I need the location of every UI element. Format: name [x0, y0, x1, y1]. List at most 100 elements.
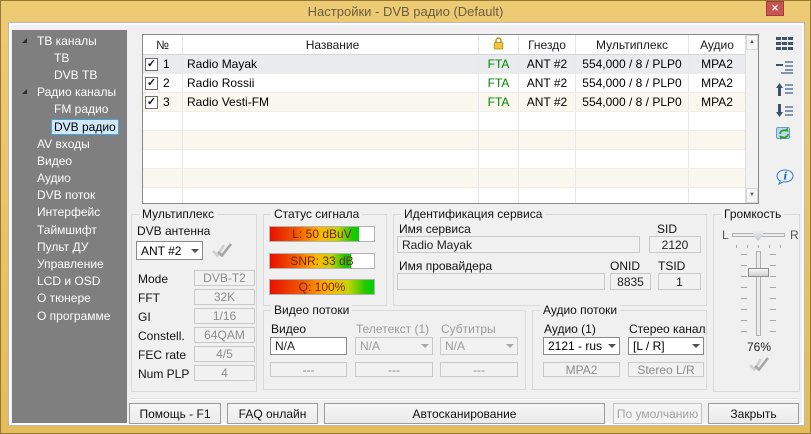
lock-icon — [493, 37, 504, 53]
sidebar-item-radio-channels[interactable]: Радио каналы — [12, 84, 127, 101]
balance-tick — [758, 245, 759, 248]
sidebar-item-lcd-osd[interactable]: LCD и OSD — [12, 273, 127, 290]
col-header-audio[interactable]: Аудио — [689, 35, 745, 54]
scroll-down-icon[interactable]: ▼ — [746, 188, 758, 203]
chevron-down-icon — [604, 344, 619, 348]
sidebar-item-fm-radio[interactable]: FM радио — [12, 101, 127, 118]
signal-level-label: L: 50 dBuV — [270, 227, 374, 241]
table-row-empty — [143, 169, 745, 188]
faq-button[interactable]: FAQ онлайн — [227, 403, 318, 424]
table-scrollbar[interactable]: ▲ ▼ — [745, 35, 758, 203]
balance-tick — [736, 245, 737, 248]
antenna-apply-check-icon — [211, 242, 233, 261]
fft-label: FFT — [138, 291, 160, 305]
sidebar-item-dvb-radio[interactable]: DVB радио — [12, 118, 127, 135]
num-plp-label: Num PLP — [138, 367, 189, 381]
table-row[interactable]: 3 Radio Vesti-FM FTA ANT #2 554,000 / 8 … — [143, 93, 745, 112]
row-checkbox[interactable] — [145, 77, 158, 90]
row-access: FTA — [479, 93, 519, 111]
help-button[interactable]: Помощь - F1 — [129, 403, 221, 424]
sidebar-item-tv-channels[interactable]: ТВ каналы — [12, 32, 127, 49]
sidebar-item-dvb-stream[interactable]: DVB поток — [12, 187, 127, 204]
audio-track-select[interactable]: 2121 - rus — [543, 337, 620, 355]
col-header-multiplex[interactable]: Мультиплекс — [576, 35, 689, 54]
provider-field — [397, 273, 605, 290]
video-group-title: Видео потоки — [271, 303, 352, 317]
rescan-icon[interactable] — [776, 126, 796, 142]
sidebar-item-about-program[interactable]: О программе — [12, 307, 127, 324]
subtitles-value: N/A — [441, 339, 502, 353]
signal-quality-bar: Q: 100% — [269, 279, 375, 295]
antenna-label: DVB антенна — [137, 224, 210, 238]
expand-arrow-icon — [22, 38, 27, 43]
sidebar-item-label: ТВ — [51, 50, 72, 66]
sidebar-item-video[interactable]: Видео — [12, 152, 127, 169]
onid-label: ONID — [610, 259, 640, 273]
volume-group-title: Громкость — [721, 207, 784, 221]
col-header-slot[interactable]: Гнездо — [519, 35, 576, 54]
row-num: 1 — [163, 57, 170, 71]
channel-table: № Название Гнездо Мультиплекс Аудио 1 Ra… — [142, 34, 759, 204]
sidebar-item-label: DVB поток — [34, 187, 98, 203]
svg-text:i: i — [784, 172, 788, 183]
table-row[interactable]: 2 Radio Rossii FTA ANT #2 554,000 / 8 / … — [143, 74, 745, 93]
sidebar-item-interface[interactable]: Интерфейс — [12, 204, 127, 221]
antenna-select[interactable]: ANT #2 — [136, 241, 203, 260]
volume-tick — [741, 298, 747, 299]
expand-arrow-icon — [22, 89, 27, 94]
audio-track-value: 2121 - rus — [544, 339, 604, 353]
teletext-label: Телетекст (1) — [356, 322, 429, 336]
sidebar-item-audio[interactable]: Аудио — [12, 170, 127, 187]
video-label: Видео — [271, 322, 306, 336]
remove-channel-icon[interactable] — [776, 61, 796, 77]
sidebar-item-timeshift[interactable]: Таймшифт — [12, 221, 127, 238]
titlebar[interactable]: Настройки - DVB радио (Default) — [1, 1, 810, 22]
row-checkbox[interactable] — [145, 58, 158, 71]
fec-rate-field: 4/5 — [194, 346, 255, 362]
stereo-channel-label: Стерео канал — [629, 322, 706, 336]
sidebar-item-remote-control[interactable]: Пульт ДУ — [12, 238, 127, 255]
provider-label: Имя провайдера — [399, 259, 492, 273]
row-checkbox[interactable] — [145, 96, 158, 109]
sidebar-item-label: ТВ каналы — [34, 33, 100, 49]
volume-apply-check-icon — [748, 356, 770, 375]
sidebar-item-label: Пульт ДУ — [34, 239, 91, 255]
sidebar-item-management[interactable]: Управление — [12, 255, 127, 272]
teletext-select: N/A — [355, 337, 433, 355]
stereo-channel-select[interactable]: [L / R] — [628, 337, 704, 355]
volume-slider[interactable] — [756, 251, 761, 336]
close-icon[interactable]: ✕ — [766, 1, 784, 16]
sid-field: 2120 — [649, 236, 701, 253]
stereo-mode-field: Stereo L/R — [628, 362, 704, 377]
sidebar-item-label: Видео — [34, 153, 75, 169]
row-slot: ANT #2 — [519, 93, 576, 111]
balance-tick — [769, 245, 770, 248]
signal-level-bar: L: 50 dBuV — [269, 226, 375, 242]
sidebar-item-about-tuner[interactable]: О тюнере — [12, 290, 127, 307]
balance-right-label: R — [790, 228, 799, 242]
move-up-icon[interactable] — [776, 83, 796, 99]
subtitles-label: Субтитры — [441, 322, 496, 336]
autoscan-button[interactable]: Автосканирование — [324, 403, 605, 424]
move-down-icon[interactable] — [776, 104, 796, 120]
teletext-info-field: --- — [355, 362, 433, 377]
col-header-num[interactable]: № — [143, 35, 183, 54]
close-button[interactable]: Закрыть — [708, 403, 799, 424]
col-header-lock[interactable] — [479, 35, 519, 54]
sidebar-item-label: Интерфейс — [34, 204, 103, 220]
sid-label: SID — [657, 222, 677, 236]
sidebar-item-av-inputs[interactable]: AV входы — [12, 135, 127, 152]
video-stream-input[interactable]: N/A — [270, 337, 347, 355]
subtitles-info-field: --- — [440, 362, 518, 377]
table-row[interactable]: 1 Radio Mayak FTA ANT #2 554,000 / 8 / P… — [143, 55, 745, 74]
volume-slider-thumb[interactable] — [748, 268, 769, 277]
sidebar-item-dvb-tv[interactable]: DVB ТВ — [12, 66, 127, 83]
sidebar-item-label: Аудио — [34, 170, 74, 186]
col-header-name[interactable]: Название — [183, 35, 479, 54]
tsid-field: 1 — [658, 273, 701, 290]
row-multiplex: 554,000 / 8 / PLP0 — [576, 93, 689, 111]
scroll-up-icon[interactable]: ▲ — [746, 35, 758, 50]
channel-list-icon[interactable] — [776, 37, 796, 53]
sidebar-item-tv[interactable]: ТВ — [12, 49, 127, 66]
info-icon[interactable]: i — [776, 169, 796, 185]
